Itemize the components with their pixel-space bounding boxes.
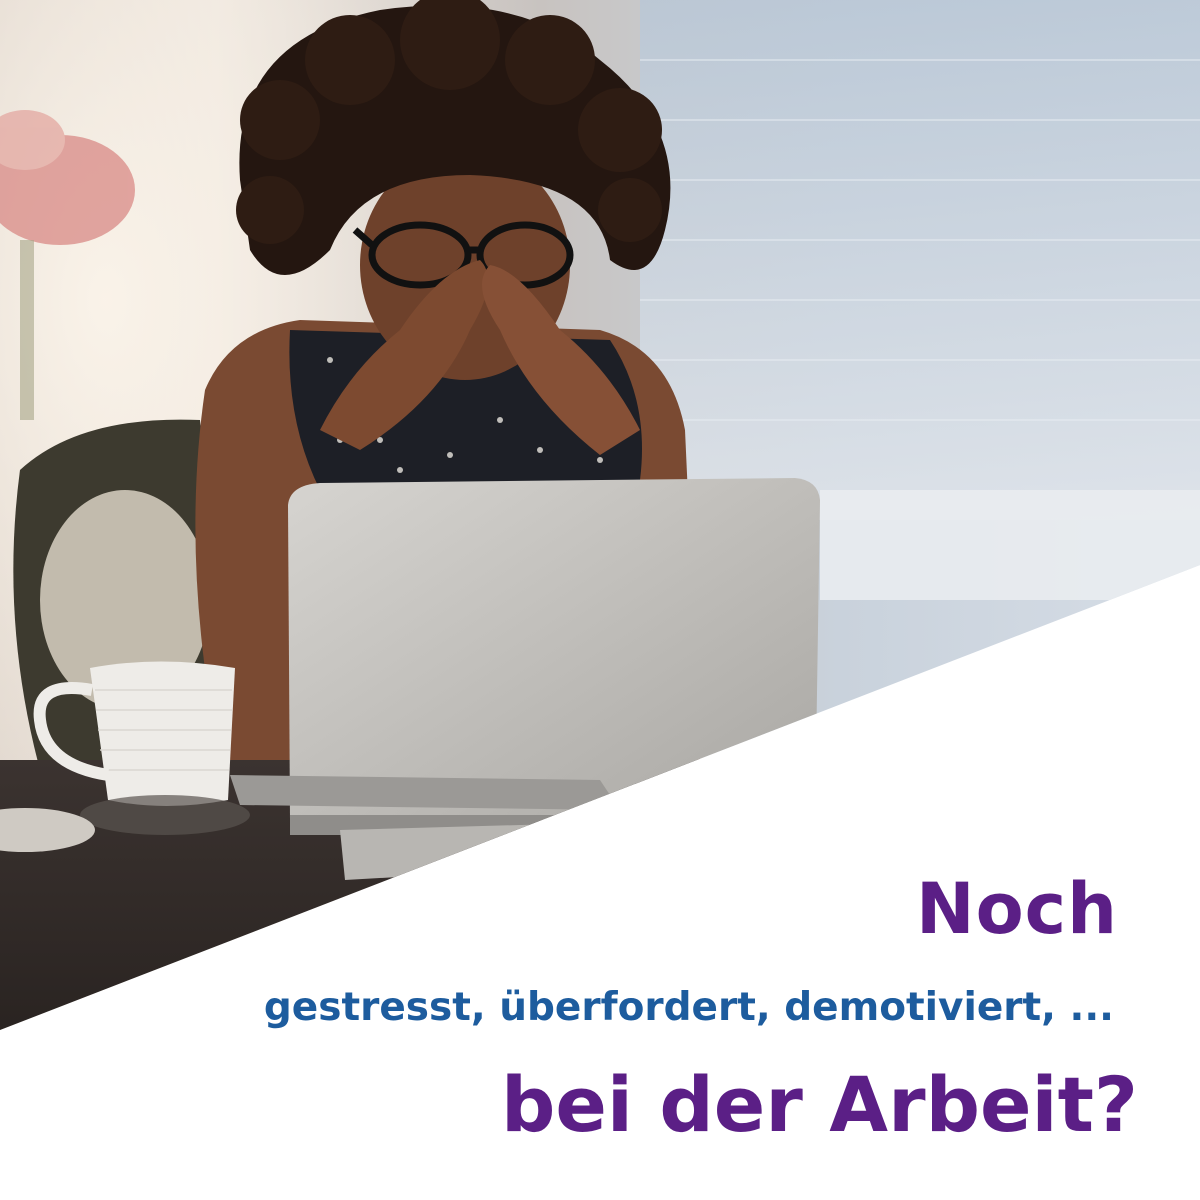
- headline-line-3: bei der Arbeit?: [500, 1060, 1138, 1149]
- headline-line-2: gestresst, überfordert, demotiviert, ...: [263, 985, 1114, 1030]
- ad-canvas: Noch gestresst, überfordert, demotiviert…: [0, 0, 1200, 1200]
- headline-line-1: Noch: [915, 868, 1118, 950]
